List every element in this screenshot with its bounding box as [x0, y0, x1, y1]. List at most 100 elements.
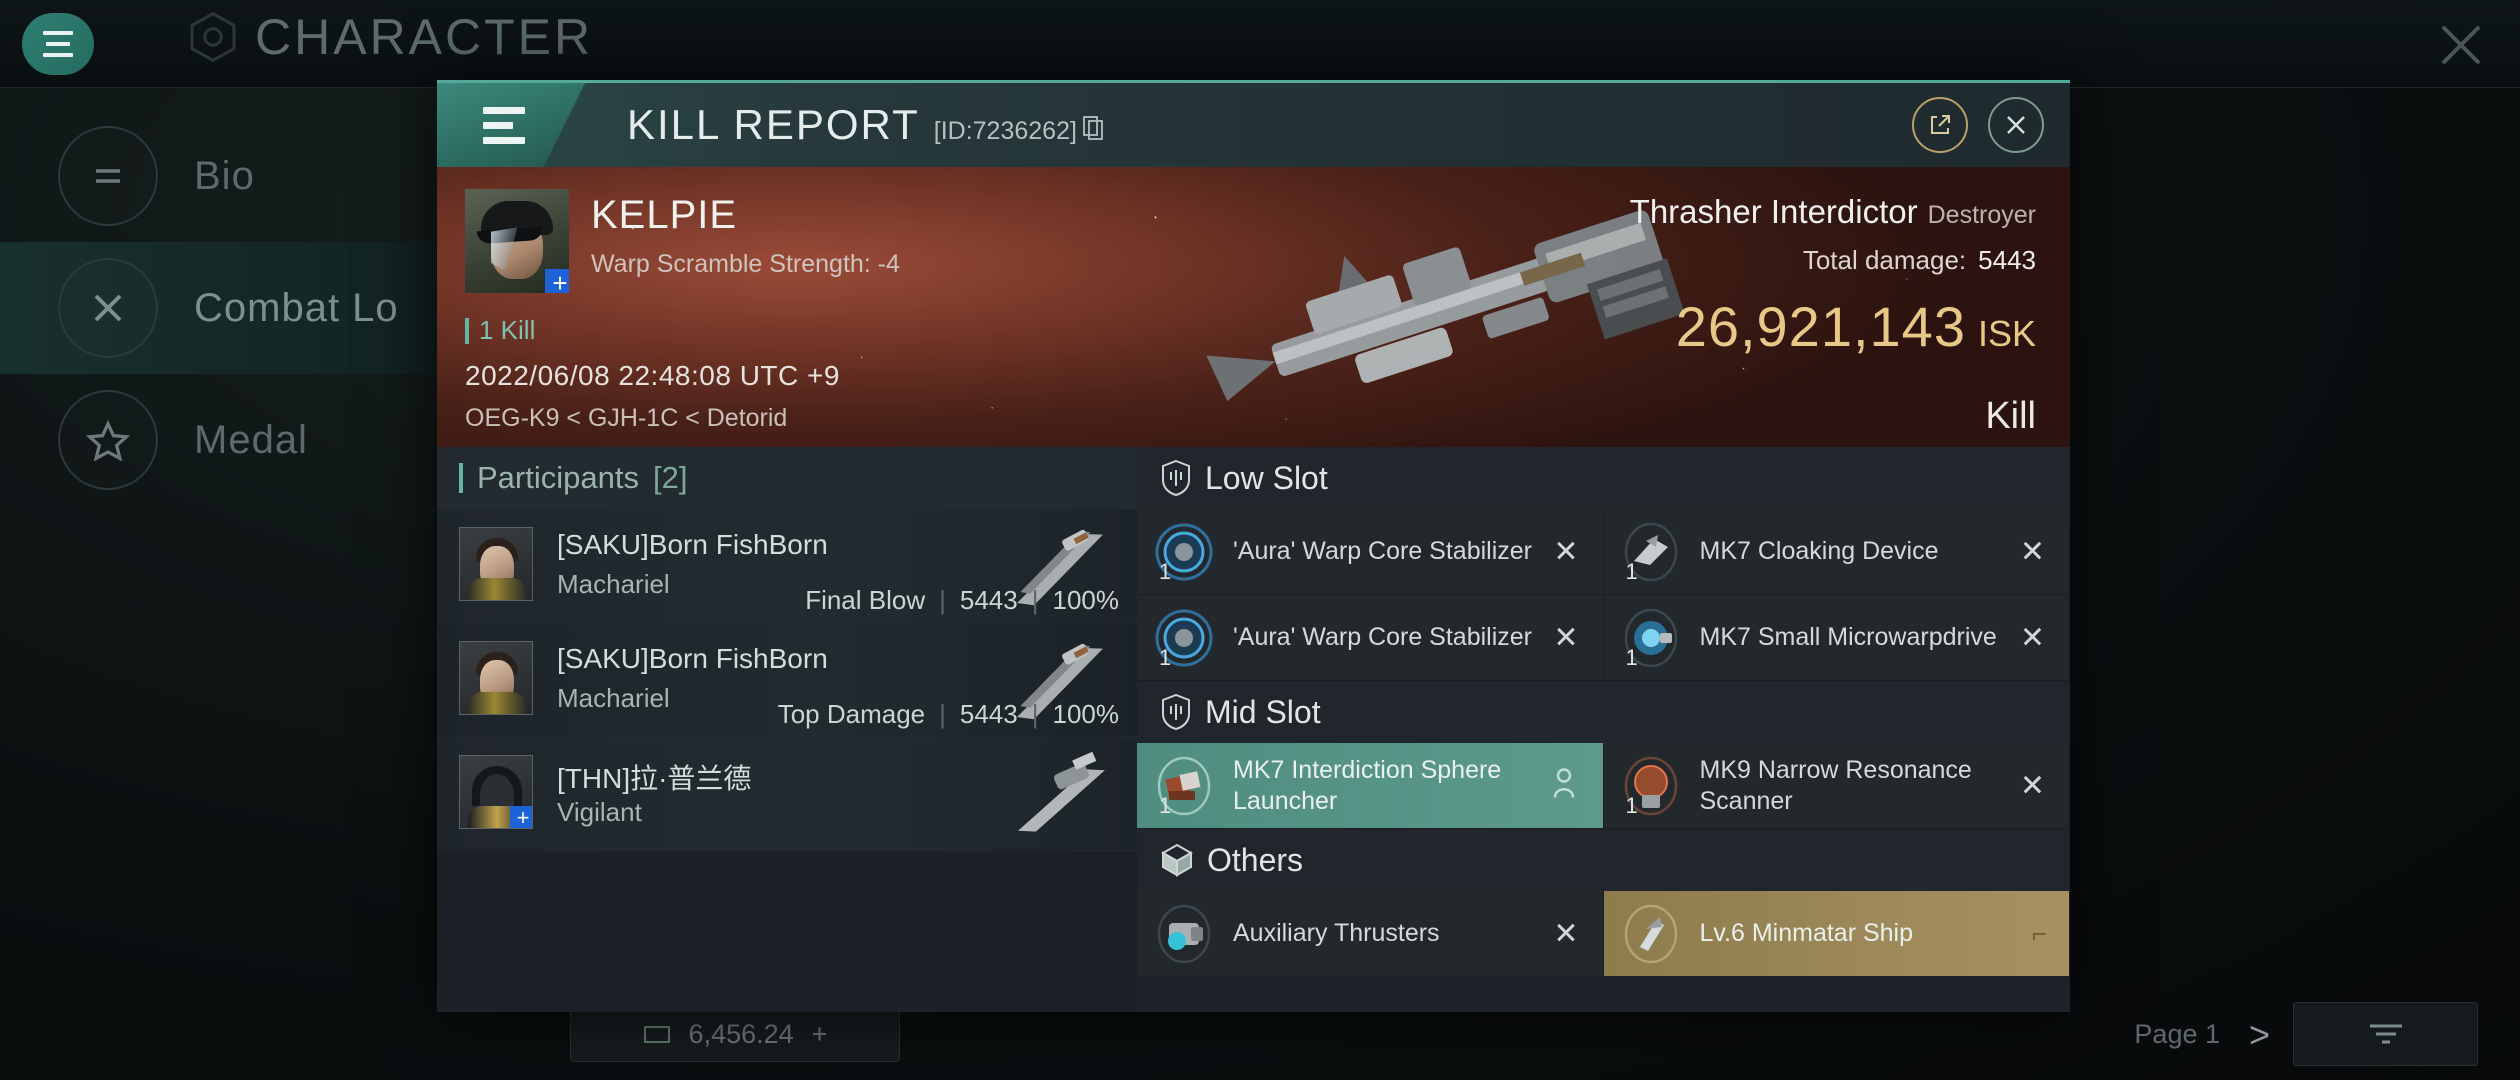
participant-percent: 100% — [1052, 585, 1120, 615]
warp-core-stabilizer-icon: 1 — [1153, 521, 1215, 584]
module-name: MK7 Interdiction Sphere Launcher — [1233, 756, 1502, 815]
kill-report-dialog: KILL REPORT [ID:7236262] + KELPIE Warp S… — [437, 80, 2070, 1012]
app-menu-button[interactable] — [22, 13, 94, 75]
module-item[interactable]: 1 'Aura' Warp Core Stabilizer ✕ — [1137, 595, 1604, 681]
cloaking-device-icon: 1 — [1620, 521, 1682, 584]
close-dialog-button[interactable] — [1988, 97, 2044, 153]
dialog-header: KILL REPORT [ID:7236262] — [437, 83, 2070, 167]
sidebar-item-label: Bio — [194, 153, 255, 198]
participant-stats: Top Damage | 5443 | 100% — [778, 699, 1119, 730]
table-row[interactable]: [SAKU]Born FishBorn Machariel Final Blow… — [437, 509, 1137, 623]
external-link-icon — [1931, 115, 1950, 134]
lines-icon — [58, 126, 158, 226]
victim-ship-info: Thrasher Interdictor Destroyer Total dama… — [1630, 193, 2036, 438]
module-item[interactable]: 1 'Aura' Warp Core Stabilizer ✕ — [1137, 509, 1604, 595]
shield-slot-icon — [1162, 460, 1190, 496]
participant-ship: Vigilant — [557, 797, 642, 827]
copy-icon[interactable] — [1083, 101, 1105, 149]
share-button[interactable] — [1912, 97, 1968, 153]
victim-info: + KELPIE Warp Scramble Strength: -4 1 Ki… — [465, 189, 900, 433]
currency-display[interactable]: 6,456.24 + — [570, 1006, 900, 1062]
kill-report-id: [ID:7236262] — [933, 117, 1077, 145]
slot-header-others: Others — [1137, 829, 2070, 891]
module-item[interactable]: 1 MK9 Narrow Resonance Scanner ✕ — [1603, 743, 2070, 829]
dialog-body: Participants [2] [SAKU]Born FishBorn Mac… — [437, 447, 2070, 1012]
victim-avatar[interactable]: + — [465, 189, 569, 293]
kill-result: Kill — [1985, 395, 2036, 437]
page-title: CHARACTER — [185, 8, 593, 66]
kill-location: OEG-K9 < GJH-1C < Detorid — [465, 404, 788, 432]
divider: | — [1031, 585, 1039, 615]
remove-module-icon[interactable]: ✕ — [1553, 620, 1578, 655]
total-damage-value: 5443 — [1978, 245, 2036, 275]
remove-module-icon[interactable]: ✕ — [2020, 768, 2045, 803]
module-item-selected[interactable]: 1 MK7 Interdiction Sphere Launcher — [1137, 743, 1604, 829]
remove-module-icon[interactable]: ✕ — [2020, 620, 2045, 655]
hamburger-icon-line — [46, 42, 70, 46]
module-qty: 1 — [1159, 558, 1172, 584]
module-name: Auxiliary Thrusters — [1233, 919, 1440, 948]
plus-badge-icon[interactable]: + — [510, 806, 532, 828]
victim-name: KELPIE — [591, 193, 738, 237]
close-icon[interactable] — [2430, 14, 2492, 76]
isk-amount: 26,921,143 — [1675, 295, 1966, 358]
others-modules: Auxiliary Thrusters ✕ Lv.6 Minmatar Ship… — [1137, 891, 2070, 977]
participants-header: Participants [2] — [437, 447, 1137, 509]
divider: | — [1031, 699, 1039, 729]
module-name: 'Aura' Warp Core Stabilizer — [1233, 537, 1532, 566]
currency-add-icon[interactable]: + — [812, 1019, 828, 1050]
victim-ship-name: Thrasher Interdictor — [1629, 193, 1918, 230]
interdiction-launcher-icon: 1 — [1153, 755, 1215, 818]
hamburger-icon-line — [483, 121, 513, 129]
participants-panel: Participants [2] [SAKU]Born FishBorn Mac… — [437, 447, 1137, 1012]
crossed-swords-icon — [58, 258, 158, 358]
module-name: Lv.6 Minmatar Ship — [1699, 919, 1914, 948]
slot-header-mid-slot: Mid Slot — [1137, 681, 2070, 743]
participant-damage: 5443 — [959, 699, 1018, 729]
module-item[interactable]: 1 MK7 Small Microwarpdrive ✕ — [1603, 595, 2070, 681]
module-item[interactable]: 1 MK7 Cloaking Device ✕ — [1603, 509, 2070, 595]
module-item[interactable]: Auxiliary Thrusters ✕ — [1137, 891, 1604, 977]
currency-value: 6,456.24 — [688, 1018, 794, 1049]
dialog-menu-button[interactable] — [437, 83, 585, 167]
table-row[interactable]: + [THN]拉·普兰德 Vigilant — [437, 737, 1137, 851]
hamburger-icon-line — [483, 106, 525, 114]
remove-module-icon[interactable]: ✕ — [1553, 916, 1578, 951]
plus-badge-icon[interactable]: + — [545, 269, 569, 293]
module-qty: 1 — [1625, 558, 1638, 584]
participant-role: Top Damage — [777, 699, 926, 729]
module-qty: 1 — [1625, 792, 1638, 818]
kill-banner: + KELPIE Warp Scramble Strength: -4 1 Ki… — [437, 167, 2070, 447]
minmatar-ship-icon — [1620, 903, 1682, 965]
slot-title: Mid Slot — [1205, 693, 1321, 730]
filter-button[interactable] — [2293, 1002, 2478, 1066]
chevron-icon[interactable]: ⌐ — [2032, 918, 2047, 949]
pilot-icon[interactable] — [1551, 767, 1577, 804]
participant-ship: Machariel — [557, 569, 670, 599]
remove-module-icon[interactable]: ✕ — [1553, 534, 1578, 569]
table-row[interactable]: [SAKU]Born FishBorn Machariel Top Damage… — [437, 623, 1137, 737]
character-emblem-icon — [190, 11, 236, 63]
avatar — [459, 527, 533, 601]
participant-damage: 5443 — [959, 585, 1018, 615]
avatar: + — [459, 755, 533, 829]
participant-role: Final Blow — [805, 585, 926, 615]
participant-stats: Final Blow | 5443 | 100% — [805, 585, 1119, 616]
kill-timestamp: 2022/06/08 22:48:08 UTC +9 — [465, 360, 840, 391]
participant-percent: 100% — [1052, 699, 1120, 729]
module-item-highlighted[interactable]: Lv.6 Minmatar Ship ⌐ — [1603, 891, 2070, 977]
resonance-scanner-icon: 1 — [1620, 755, 1682, 818]
participants-count: [2] — [652, 460, 688, 495]
remove-module-icon[interactable]: ✕ — [2020, 534, 2045, 569]
star-icon — [58, 390, 158, 490]
victim-warp-scramble: Warp Scramble Strength: -4 — [591, 250, 900, 278]
next-page-button[interactable]: > — [2249, 1014, 2270, 1056]
divider: | — [939, 585, 946, 615]
module-name: 'Aura' Warp Core Stabilizer — [1233, 623, 1532, 652]
dialog-header-actions — [1912, 97, 2044, 153]
total-damage-label: Total damage: — [1802, 245, 1967, 275]
slot-title: Others — [1207, 841, 1304, 878]
hamburger-icon-line — [43, 31, 73, 35]
victim-ship-class: Destroyer — [1927, 201, 2036, 229]
module-name: MK7 Cloaking Device — [1699, 537, 1939, 566]
